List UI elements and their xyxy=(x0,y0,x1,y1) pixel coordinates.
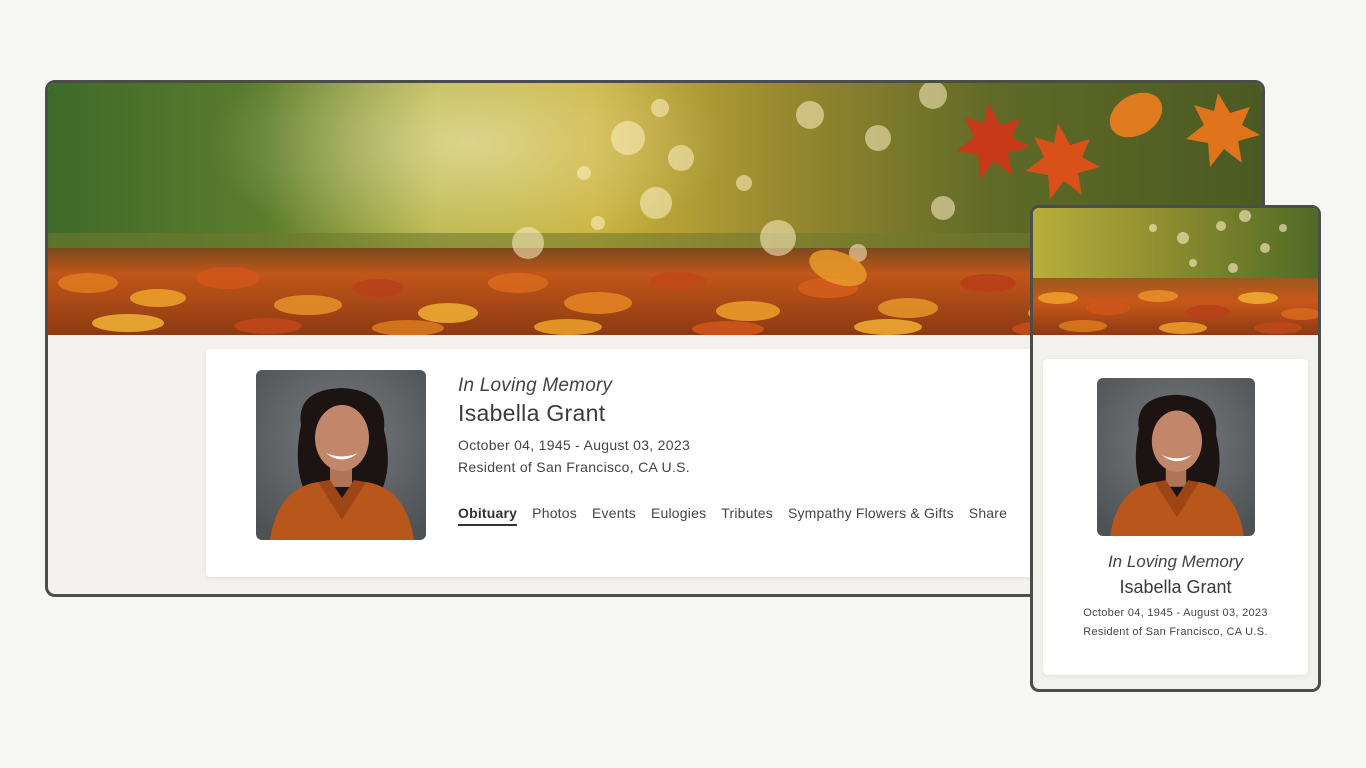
tab-sympathy-flowers-gifts[interactable]: Sympathy Flowers & Gifts xyxy=(788,505,954,526)
portrait-photo xyxy=(256,370,426,540)
tab-events[interactable]: Events xyxy=(592,505,636,526)
memorial-nav-tabs: Obituary Photos Events Eulogies Tributes… xyxy=(458,505,1007,526)
mobile-preview-frame: In Loving Memory Isabella Grant October … xyxy=(1030,205,1321,692)
mobile-life-dates: October 04, 1945 - August 03, 2023 xyxy=(1083,607,1268,619)
mobile-portrait-photo xyxy=(1097,378,1255,536)
mobile-memorial-info: In Loving Memory Isabella Grant October … xyxy=(1043,552,1308,638)
tab-share[interactable]: Share xyxy=(969,505,1007,526)
tab-tributes[interactable]: Tributes xyxy=(721,505,773,526)
tab-obituary[interactable]: Obituary xyxy=(458,505,518,526)
tab-photos[interactable]: Photos xyxy=(532,505,577,526)
in-loving-memory-heading: In Loving Memory xyxy=(458,375,613,396)
profile-card: In Loving Memory Isabella Grant October … xyxy=(206,349,1086,577)
mobile-banner-image-autumn-leaves xyxy=(1033,208,1318,335)
life-dates: October 04, 1945 - August 03, 2023 xyxy=(458,437,691,453)
residence: Resident of San Francisco, CA U.S. xyxy=(458,459,690,475)
deceased-name: Isabella Grant xyxy=(458,400,606,426)
mobile-deceased-name: Isabella Grant xyxy=(1119,577,1232,597)
mobile-residence: Resident of San Francisco, CA U.S. xyxy=(1083,626,1268,638)
mobile-profile-card: In Loving Memory Isabella Grant October … xyxy=(1043,359,1308,675)
memorial-info: In Loving Memory Isabella Grant October … xyxy=(458,375,690,475)
mobile-in-loving-memory-heading: In Loving Memory xyxy=(1107,552,1244,571)
tab-eulogies[interactable]: Eulogies xyxy=(651,505,706,526)
